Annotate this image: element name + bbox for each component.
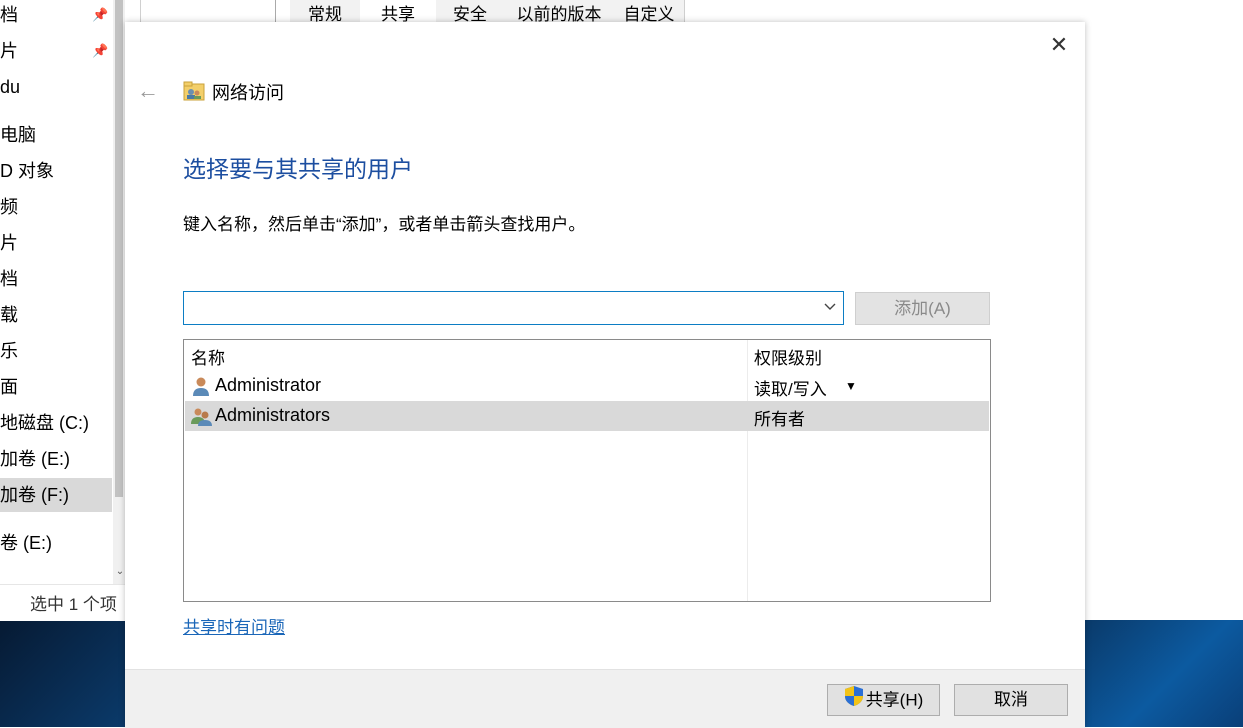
share-button[interactable]: 共享(H) [827,684,940,716]
back-arrow-icon[interactable]: ← [133,76,163,106]
user-name-input[interactable] [186,294,810,324]
list-row-administrators[interactable]: Administrators 所有者 [185,401,989,431]
nav-item-network-drive-e[interactable]: 卷 (E:) [0,526,112,560]
nav-item-drive-f[interactable]: 加卷 (F:) [0,478,112,512]
desktop-background-left [0,620,125,727]
nav-item-drive-c[interactable]: 地磁盘 (C:) [0,406,112,440]
tab-general[interactable]: 常规 [290,0,361,22]
row-permission-level: 所有者 [754,410,805,429]
tab-customize[interactable]: 自定义 [614,0,685,22]
column-header-permission[interactable]: 权限级别 [754,344,822,369]
chevron-down-icon[interactable] [823,299,837,313]
row-user-name: Administrators [215,405,331,425]
nav-item-documents-2[interactable]: 档 [0,262,112,296]
nav-item-music[interactable]: 乐 [0,334,112,368]
instruction-text: 键入名称，然后单击“添加”，或者单击箭头查找用户。 [183,215,586,234]
list-row-administrator[interactable]: Administrator 读取/写入 ▼ [185,371,989,401]
nav-item-drive-e[interactable]: 加卷 (E:) [0,442,112,476]
nav-item-downloads[interactable]: 载 [0,298,112,332]
close-icon[interactable]: ✕ [1040,30,1078,60]
nav-item-pictures[interactable]: 片 📌 [0,34,112,68]
nav-item-pictures-2[interactable]: 片 [0,226,112,260]
add-button[interactable]: 添加(A) [855,292,990,325]
nav-item-3d-objects[interactable]: D 对象 [0,154,112,188]
cancel-button[interactable]: 取消 [954,684,1068,716]
nav-item-videos[interactable]: 频 [0,190,112,224]
dialog-footer [125,669,1085,728]
tab-previous-versions[interactable]: 以前的版本 [504,0,615,22]
properties-tabs: 常规 共享 安全 以前的版本 自定义 [275,0,936,24]
nav-item-du[interactable]: du [0,70,112,104]
row-user-name: Administrator [215,375,322,395]
explorer-navigation-pane: 档 📌 片 📌 du 电脑 D 对象 频 片 档 载 乐 面 地磁盘 (C:) 加卷… [0,0,125,620]
column-header-name[interactable]: 名称 [191,344,225,369]
status-text: 选中 1 个项 [30,595,117,614]
explorer-scrollbar-thumb[interactable] [115,0,123,497]
user-name-combobox[interactable] [183,291,844,325]
group-icon [190,405,212,427]
network-folder-icon [183,80,205,102]
nav-item-desktop[interactable]: 面 [0,370,112,404]
row-permission-level[interactable]: 读取/写入 [754,375,827,400]
dialog-title: 网络访问 [212,83,284,103]
caret-down-icon[interactable]: ▼ [845,379,857,393]
pin-icon: 📌 [92,43,109,58]
pin-icon: 📌 [92,7,109,22]
properties-divider [140,0,141,22]
sharing-help-link[interactable]: 共享时有问题 [183,613,285,638]
desktop-background-right [1085,620,1243,727]
tab-sharing[interactable]: 共享 [360,0,437,24]
nav-item-documents[interactable]: 档 📌 [0,0,112,32]
uac-shield-icon [844,685,864,717]
user-icon [190,375,212,397]
share-button-label: 共享(H) [865,690,924,710]
nav-item-this-pc[interactable]: 电脑 [0,118,112,152]
main-heading: 选择要与其共享的用户 [183,156,413,182]
tab-security[interactable]: 安全 [436,0,505,22]
scroll-down-arrow-icon[interactable]: ⌄ [115,566,125,580]
